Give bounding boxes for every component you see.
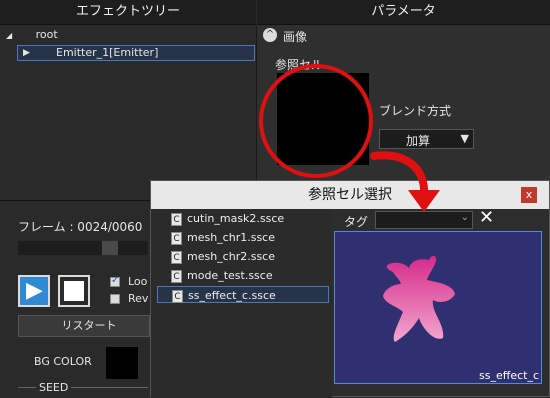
file-name: mesh_chr1.ssce (187, 231, 275, 244)
clear-tag-button[interactable]: ✕ (479, 208, 497, 228)
tree-root-node[interactable]: ◢ root (6, 27, 58, 43)
tree-emitter-node[interactable]: ▶ Emitter_1[Emitter] (17, 45, 255, 61)
loop-label: Loo (128, 275, 148, 288)
cell-file-icon: C (171, 250, 182, 264)
preview-caption: ss_effect_c (479, 369, 539, 382)
ref-cell-thumbnail[interactable] (277, 73, 369, 165)
ref-cell-select-dialog: 参照セル選択 x Ccutin_mask2.ssce Cmesh_chr1.ss… (150, 180, 550, 397)
blend-mode-select[interactable]: 加算 ▼ (379, 129, 474, 149)
play-icon: ▶ (26, 278, 43, 303)
stop-icon (64, 281, 84, 301)
image-section-label: 画像 (283, 30, 308, 44)
reverse-label: Rev (128, 292, 149, 305)
blend-mode-value: 加算 (406, 134, 431, 148)
file-name: cutin_mask2.ssce (187, 212, 285, 225)
parameters-panel: ^ 画像 参照セル ブレンド方式 加算 ▼ (257, 25, 550, 200)
reverse-checkbox[interactable] (110, 294, 120, 304)
blend-mode-label: ブレンド方式 (379, 104, 452, 118)
list-item[interactable]: Cmesh_chr1.ssce (157, 229, 329, 246)
dialog-title: 参照セル選択 (308, 187, 392, 203)
cell-file-icon: C (172, 289, 183, 303)
cell-file-icon: C (171, 269, 182, 283)
bg-color-label: BG COLOR (34, 355, 92, 368)
bg-color-swatch[interactable] (106, 347, 138, 379)
close-icon: x (525, 188, 533, 201)
tag-label: タグ (344, 215, 369, 229)
close-button[interactable]: x (521, 187, 537, 203)
file-name: mode_test.ssce (187, 269, 273, 282)
file-list: Ccutin_mask2.ssce Cmesh_chr1.ssce Cmesh_… (151, 209, 332, 397)
list-item[interactable]: Cmode_test.ssce (157, 267, 329, 284)
cell-file-icon: C (171, 212, 182, 226)
file-name: mesh_chr2.ssce (187, 250, 275, 263)
play-marker-icon: ▶ (23, 48, 30, 58)
effect-tree-header: エフェクトツリー (0, 0, 256, 25)
tag-select[interactable]: ⌄ (375, 211, 473, 229)
ref-cell-label: 参照セル (275, 58, 324, 72)
stop-button[interactable] (58, 275, 90, 307)
dropdown-arrow-icon: ▼ (460, 132, 469, 145)
loop-checkbox[interactable]: ✓ (110, 275, 120, 287)
restart-button[interactable]: リスタート (18, 315, 150, 337)
flower-sprite-image (383, 255, 455, 342)
cell-file-icon: C (171, 231, 182, 245)
slider-thumb[interactable] (102, 241, 118, 255)
frame-slider[interactable] (18, 241, 148, 255)
chevron-down-icon: ⌄ (460, 212, 469, 223)
play-button[interactable]: ▶ (18, 275, 50, 307)
dialog-title-bar[interactable]: 参照セル選択 (151, 181, 549, 209)
list-item[interactable]: Cmesh_chr2.ssce (157, 248, 329, 265)
effect-tree-panel: ◢ root ▶ Emitter_1[Emitter] (0, 25, 257, 200)
tree-root-label: root (35, 28, 58, 41)
file-name: ss_effect_c.ssce (188, 289, 276, 302)
seed-label: SEED (36, 381, 72, 394)
emitter-label: Emitter_1[Emitter] (56, 46, 159, 59)
expand-triangle-icon[interactable]: ◢ (6, 31, 12, 40)
cell-preview: ss_effect_c (334, 231, 542, 384)
frame-counter: フレーム : 0024/0060 (18, 220, 143, 234)
list-item[interactable]: Ccutin_mask2.ssce (157, 210, 329, 227)
parameters-header: パラメータ (257, 0, 550, 25)
collapse-chevron-icon[interactable]: ^ (263, 28, 277, 42)
restart-label: リスタート (61, 319, 117, 332)
list-item-selected[interactable]: Css_effect_c.ssce (157, 286, 329, 303)
playback-panel: フレーム : 0024/0060 ▶ ✓ Loo Rev リスタート BG CO… (0, 200, 150, 398)
check-icon: ✓ (111, 275, 120, 286)
